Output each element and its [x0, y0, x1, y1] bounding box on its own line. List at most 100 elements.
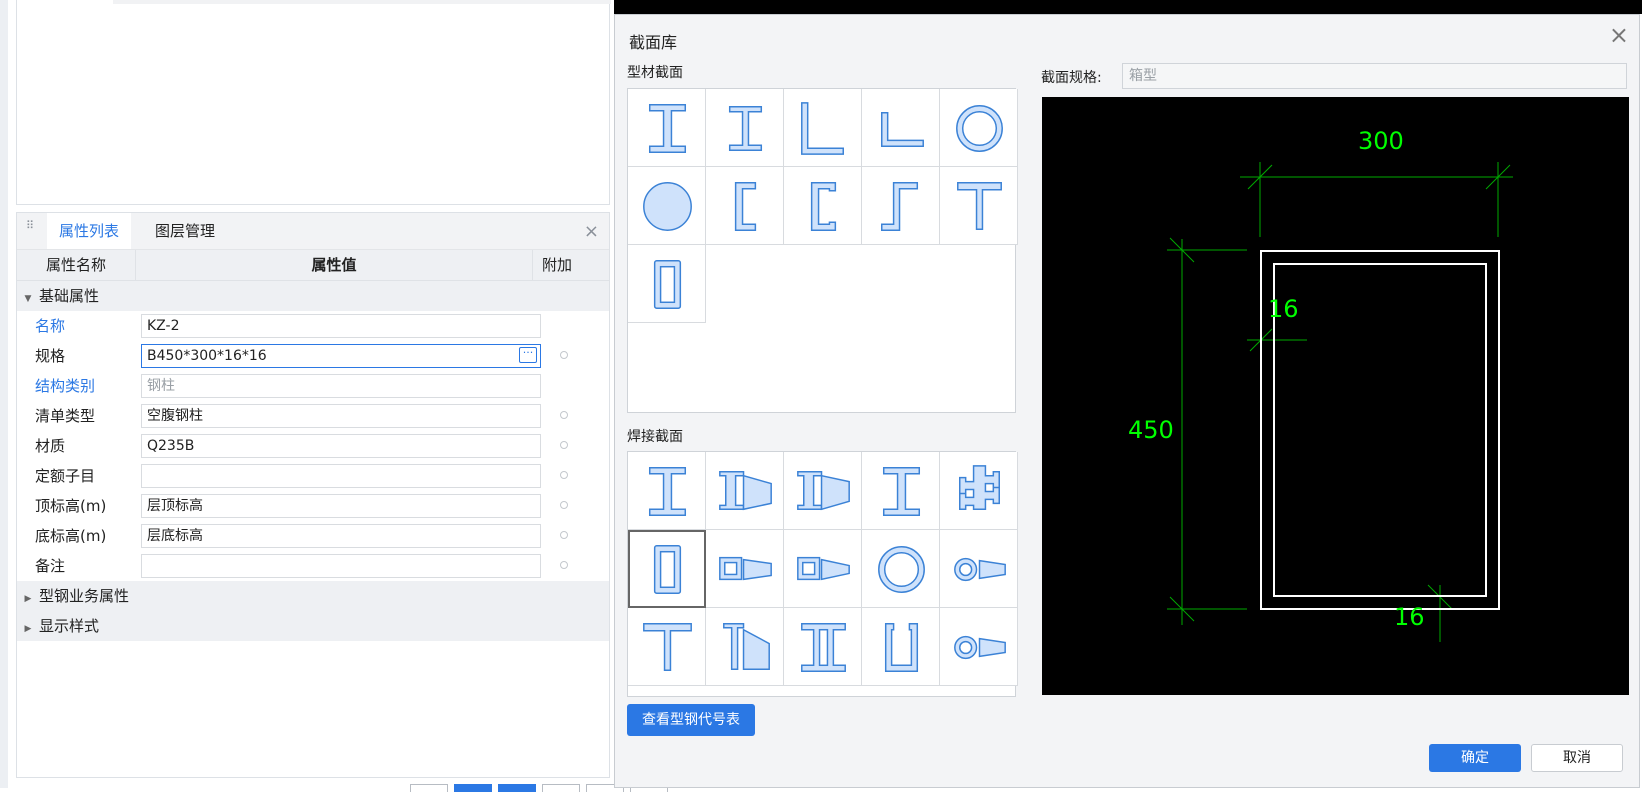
- section-library-dialog: 截面库 × 型材截面 焊接截面 截面规格: 箱型 300 450 16 16 查…: [614, 14, 1640, 788]
- section-spec-input[interactable]: 箱型: [1122, 63, 1627, 89]
- property-value-text: 层底标高: [147, 528, 203, 544]
- welded-h-icon: [882, 467, 921, 516]
- pipe-tapered-2-icon: [954, 635, 1006, 660]
- property-value-input[interactable]: Q235B: [141, 434, 541, 458]
- section-cell[interactable]: [940, 530, 1018, 608]
- section-cell[interactable]: [784, 608, 862, 686]
- box-tapered-icon: [719, 556, 772, 581]
- extra-radio-icon[interactable]: [560, 441, 568, 449]
- collapse-triangle-icon: ▼: [24, 294, 32, 304]
- close-icon[interactable]: ×: [584, 221, 599, 242]
- u-section-icon: [884, 623, 919, 672]
- property-value-input[interactable]: 层底标高: [141, 524, 541, 548]
- extra-radio-icon[interactable]: [560, 411, 568, 419]
- section-cell[interactable]: [784, 530, 862, 608]
- box-inner: [1273, 263, 1487, 597]
- welded-pipe-icon: [878, 546, 925, 593]
- property-label: 名称: [35, 317, 66, 335]
- property-value-input[interactable]: 钢柱: [141, 374, 541, 398]
- property-value-text: Q235B: [147, 438, 195, 454]
- group-basic-properties[interactable]: ▼ 基础属性: [17, 281, 609, 311]
- extra-radio-icon[interactable]: [560, 531, 568, 539]
- profile-section-grid: [627, 88, 1018, 413]
- tapered-i-icon: [797, 471, 850, 511]
- property-value-input[interactable]: B450*300*16*16 ···: [141, 344, 541, 368]
- section-cell[interactable]: [784, 89, 862, 167]
- section-cell[interactable]: [862, 452, 940, 530]
- view-steel-code-table-button[interactable]: 查看型钢代号表: [627, 704, 755, 736]
- section-cell[interactable]: [940, 89, 1018, 167]
- property-value-input[interactable]: 层顶标高: [141, 494, 541, 518]
- welded-i-icon: [648, 467, 687, 516]
- dim-text-height: 450: [1128, 416, 1174, 444]
- bottom-tab[interactable]: [542, 784, 580, 792]
- bottom-tab[interactable]: [454, 784, 492, 792]
- tab-property-list[interactable]: 属性列表: [47, 213, 132, 249]
- cross-section-icon: [959, 465, 1000, 511]
- section-cell[interactable]: [628, 452, 706, 530]
- section-cell[interactable]: [628, 89, 706, 167]
- column-header-value: 属性值: [136, 250, 533, 280]
- section-cell[interactable]: [862, 530, 940, 608]
- lipped-channel-icon: [810, 182, 837, 231]
- property-panel: ⠿ 属性列表 图层管理 × 属性名称 属性值 附加 ▼ 基础属性 名称 KZ-2 规格…: [16, 212, 610, 778]
- group-steel-properties[interactable]: ▶ 型钢业务属性: [17, 581, 609, 611]
- bottom-tab[interactable]: [410, 784, 448, 792]
- tapered-h-icon: [719, 471, 772, 511]
- property-row: 定额子目: [17, 461, 609, 491]
- extra-radio-icon[interactable]: [560, 351, 568, 359]
- ok-button[interactable]: 确定: [1429, 744, 1521, 772]
- section-cell[interactable]: [862, 167, 940, 245]
- property-value-input[interactable]: [141, 554, 541, 578]
- section-cell[interactable]: [784, 167, 862, 245]
- section-cell[interactable]: [940, 608, 1018, 686]
- section-cell[interactable]: [940, 452, 1018, 530]
- extra-radio-icon[interactable]: [560, 471, 568, 479]
- property-table-header: 属性名称 属性值 附加: [17, 250, 609, 281]
- property-row: 名称 KZ-2: [17, 311, 609, 341]
- property-value-input[interactable]: KZ-2: [141, 314, 541, 338]
- top-empty-panel: [16, 0, 611, 205]
- section-cell[interactable]: [628, 167, 706, 245]
- cancel-button[interactable]: 取消: [1531, 744, 1623, 772]
- dim-text-web: 16: [1268, 295, 1299, 323]
- drag-grip-icon[interactable]: ⠿: [26, 220, 36, 239]
- section-cell[interactable]: [706, 530, 784, 608]
- top-scroll-bar[interactable]: [113, 0, 611, 4]
- section-cell[interactable]: [862, 608, 940, 686]
- extra-radio-icon[interactable]: [560, 561, 568, 569]
- section-cell[interactable]: [628, 245, 706, 323]
- welded-box-icon: [653, 545, 682, 594]
- section-cell[interactable]: [706, 167, 784, 245]
- column-header-extra: 附加: [541, 256, 572, 274]
- extra-radio-icon[interactable]: [560, 501, 568, 509]
- property-value-input[interactable]: [141, 464, 541, 488]
- box-section-icon: [653, 260, 682, 309]
- property-label: 备注: [35, 557, 66, 575]
- section-cell[interactable]: [940, 167, 1018, 245]
- expand-triangle-icon: ▶: [24, 624, 32, 634]
- dialog-title: 截面库: [629, 33, 678, 52]
- close-icon[interactable]: ×: [1609, 21, 1629, 49]
- group-display-style[interactable]: ▶ 显示样式: [17, 611, 609, 641]
- section-cell[interactable]: [706, 89, 784, 167]
- property-row: 材质 Q235B: [17, 431, 609, 461]
- expand-triangle-icon: ▶: [24, 594, 32, 604]
- property-label: 定额子目: [35, 467, 96, 485]
- section-cell[interactable]: [628, 608, 706, 686]
- group-label: 显示样式: [39, 617, 100, 635]
- property-value-input[interactable]: 空腹钢柱: [141, 404, 541, 428]
- column-header-name: 属性名称: [17, 250, 136, 280]
- property-value-text: KZ-2: [147, 318, 180, 334]
- section-cell[interactable]: [784, 452, 862, 530]
- section-cell[interactable]: [706, 452, 784, 530]
- section-cell[interactable]: [628, 530, 706, 608]
- property-label: 结构类别: [35, 377, 96, 395]
- section-cell[interactable]: [706, 608, 784, 686]
- ellipsis-icon[interactable]: ···: [519, 347, 537, 363]
- unequal-angle-icon: [881, 111, 924, 148]
- bottom-tab[interactable]: [498, 784, 536, 792]
- welded-section-grid: [627, 451, 1018, 697]
- tab-layer-management[interactable]: 图层管理: [143, 213, 227, 249]
- section-cell[interactable]: [862, 89, 940, 167]
